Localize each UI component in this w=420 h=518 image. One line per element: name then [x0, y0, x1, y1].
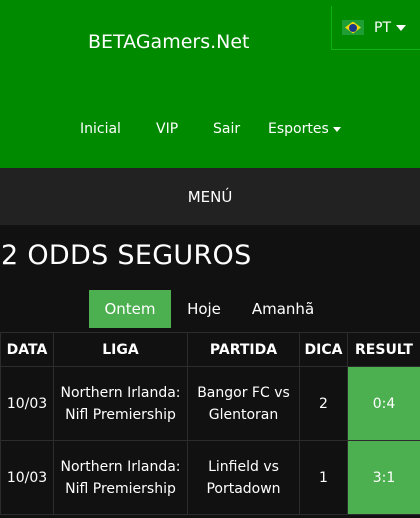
cell-result: 3:1	[347, 440, 420, 515]
column-header-partida: PARTIDA	[187, 332, 300, 367]
cell-data: 10/03	[0, 440, 54, 515]
table-row: 10/03 Northern Irlanda: Nifl Premiership…	[0, 366, 420, 441]
cell-result: 0:4	[347, 366, 420, 441]
tips-table: DATA LIGA PARTIDA DICA RESULT 10/03 Nort…	[0, 332, 420, 515]
main-nav: Inicial VIP Sair Esportes	[0, 121, 420, 141]
cell-partida: Bangor FC vs Glentoran	[187, 366, 300, 441]
day-tabs: Ontem Hoje Amanhã	[89, 290, 329, 328]
column-header-dica: DICA	[299, 332, 348, 367]
column-header-data: DATA	[0, 332, 54, 367]
nav-item-inicial[interactable]: Inicial	[80, 121, 121, 137]
cell-data: 10/03	[0, 366, 54, 441]
table-header-row: DATA LIGA PARTIDA DICA RESULT	[0, 332, 420, 367]
tab-amanha[interactable]: Amanhã	[237, 290, 329, 328]
tab-ontem[interactable]: Ontem	[89, 290, 171, 328]
cell-dica: 2	[299, 366, 348, 441]
column-header-liga: LIGA	[53, 332, 188, 367]
column-header-result: RESULT	[347, 332, 420, 367]
cell-partida: Linfield vs Portadown	[187, 440, 300, 515]
language-label: PT	[374, 19, 391, 36]
chevron-down-icon	[396, 24, 406, 31]
menu-toggle[interactable]: MENÚ	[0, 168, 420, 225]
site-brand[interactable]: BETAGamers.Net	[88, 31, 250, 53]
cell-dica: 1	[299, 440, 348, 515]
chevron-down-icon	[332, 126, 341, 132]
site-header: BETAGamers.Net PT Inicial VIP Sair Espor…	[0, 0, 420, 168]
page-title: 2 ODDS SEGUROS	[1, 240, 252, 271]
cell-liga: Northern Irlanda: Nifl Premiership	[53, 440, 188, 515]
brazil-flag-icon	[342, 20, 364, 35]
nav-item-esportes-label: Esportes	[268, 121, 329, 137]
nav-item-esportes[interactable]: Esportes	[268, 121, 341, 137]
menu-label: MENÚ	[187, 187, 233, 206]
nav-item-vip[interactable]: VIP	[156, 121, 178, 137]
tab-hoje[interactable]: Hoje	[171, 290, 237, 328]
nav-item-sair[interactable]: Sair	[213, 121, 240, 137]
cell-liga: Northern Irlanda: Nifl Premiership	[53, 366, 188, 441]
language-selector[interactable]: PT	[331, 6, 420, 50]
table-row: 10/03 Northern Irlanda: Nifl Premiership…	[0, 440, 420, 515]
